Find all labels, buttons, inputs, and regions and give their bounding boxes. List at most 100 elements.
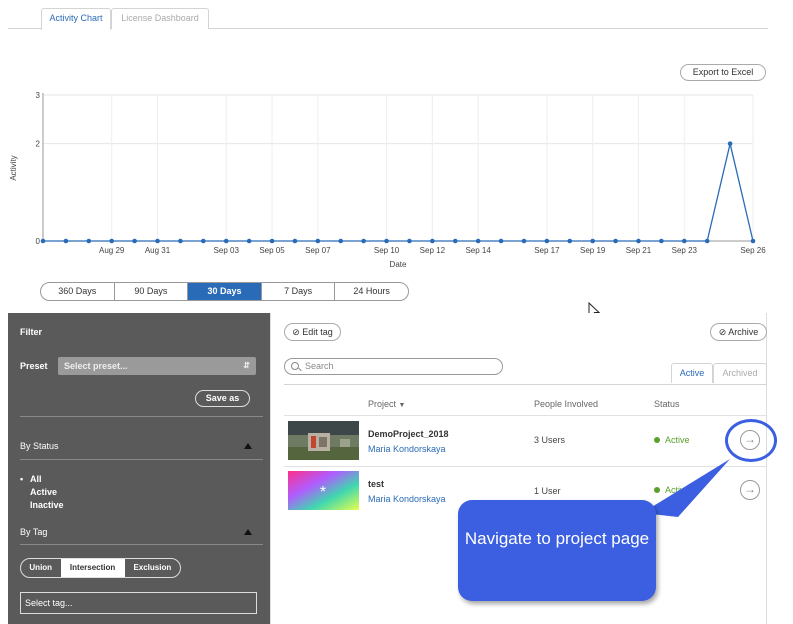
x-tick-label: Sep 10 xyxy=(374,246,400,255)
data-point xyxy=(727,141,733,146)
divider xyxy=(284,415,767,416)
save-as-button[interactable]: Save as xyxy=(195,390,250,407)
data-point xyxy=(498,238,504,244)
data-point xyxy=(659,238,664,244)
range-30-days[interactable]: 30 Days xyxy=(188,283,262,300)
y-tick-label: 2 xyxy=(36,140,41,149)
status-badge: Active xyxy=(654,435,690,445)
edit-tag-button[interactable]: ⊘ Edit tag xyxy=(284,323,341,341)
status-dot-icon xyxy=(654,437,660,443)
range-7-days[interactable]: 7 Days xyxy=(262,283,336,300)
y-tick-label: 0 xyxy=(36,237,41,246)
tab-license-dashboard[interactable]: License Dashboard xyxy=(111,8,209,29)
edit-tag-label: Edit tag xyxy=(302,327,333,337)
activity-chart: 0 2 3 Aug 29 Aug 31 Sep 03 Sep 05 Sep 07 Sep 10 S… xyxy=(9,91,767,269)
divider xyxy=(20,544,263,545)
data-point xyxy=(521,238,527,244)
preset-select[interactable]: Select preset... ⇵ xyxy=(58,357,256,375)
data-point xyxy=(201,238,206,244)
search-input[interactable]: Search xyxy=(284,358,503,375)
data-point xyxy=(407,238,412,244)
tab-activity-chart[interactable]: Activity Chart xyxy=(41,8,111,30)
data-point xyxy=(384,238,389,244)
preset-select-value: Select preset... xyxy=(64,361,128,371)
x-tick-label: Sep 17 xyxy=(534,246,560,255)
data-point xyxy=(750,238,756,244)
y-tick-label: 3 xyxy=(36,91,41,100)
data-point xyxy=(178,238,183,244)
project-owner[interactable]: Maria Kondorskaya xyxy=(368,444,446,454)
data-point xyxy=(567,238,573,244)
collapse-status-icon[interactable] xyxy=(244,443,252,449)
tab-active[interactable]: Active xyxy=(671,363,713,383)
archive-button[interactable]: ⊘ Archive xyxy=(710,323,767,341)
project-thumbnail[interactable]: * xyxy=(288,471,359,510)
range-24-hours[interactable]: 24 Hours xyxy=(335,283,408,300)
data-point xyxy=(338,238,344,244)
x-tick-label: Sep 03 xyxy=(214,246,240,255)
column-project[interactable]: Project ▼ xyxy=(368,399,405,409)
callout-box: Navigate to project page xyxy=(458,500,656,601)
data-point xyxy=(544,238,550,244)
data-point xyxy=(315,238,321,244)
project-name[interactable]: DemoProject_2018 xyxy=(368,429,449,439)
status-option-all[interactable]: • All xyxy=(20,473,64,486)
x-tick-label: Sep 14 xyxy=(465,246,491,255)
tab-archived[interactable]: Archived xyxy=(713,363,767,383)
column-people: People Involved xyxy=(534,399,599,409)
preset-label: Preset xyxy=(20,361,48,371)
select-tag-input[interactable]: Select tag... xyxy=(20,592,257,614)
search-icon xyxy=(291,362,299,370)
tag-mode-exclusion[interactable]: Exclusion xyxy=(125,559,180,577)
status-option-inactive[interactable]: Inactive xyxy=(30,499,64,512)
x-tick-label: Sep 23 xyxy=(672,246,698,255)
people-involved: 3 Users xyxy=(534,435,566,445)
data-point xyxy=(292,238,298,244)
data-point xyxy=(681,238,687,244)
series-points xyxy=(40,141,756,244)
data-point xyxy=(132,238,137,244)
x-tick-label: Aug 31 xyxy=(145,246,171,255)
divider xyxy=(284,384,767,385)
x-tick-label: Sep 21 xyxy=(626,246,652,255)
svg-text:*: * xyxy=(320,484,326,501)
project-name[interactable]: test xyxy=(368,479,384,489)
range-90-days[interactable]: 90 Days xyxy=(115,283,189,300)
tag-mode-selector: Union Intersection Exclusion xyxy=(20,558,181,578)
data-point xyxy=(109,238,115,244)
x-tick-label: Sep 12 xyxy=(420,246,446,255)
navigate-to-project-button[interactable]: → xyxy=(740,480,760,500)
x-tick-label: Sep 19 xyxy=(580,246,606,255)
tag-mode-union[interactable]: Union xyxy=(21,559,61,577)
x-axis-label: Date xyxy=(390,260,407,269)
project-owner[interactable]: Maria Kondorskaya xyxy=(368,494,446,504)
archive-icon: ⊘ xyxy=(718,327,727,337)
export-to-excel-button[interactable]: Export to Excel xyxy=(680,64,766,81)
collapse-tag-icon[interactable] xyxy=(244,529,252,535)
status-option-active[interactable]: Active xyxy=(30,486,64,499)
filter-title: Filter xyxy=(20,327,43,337)
divider xyxy=(20,416,263,417)
range-360-days[interactable]: 360 Days xyxy=(41,283,115,300)
data-point xyxy=(636,238,641,244)
sort-down-icon: ▼ xyxy=(398,402,406,409)
data-point xyxy=(86,238,92,244)
data-point xyxy=(475,238,481,244)
select-arrows-icon: ⇵ xyxy=(243,361,250,370)
series-line xyxy=(43,143,754,242)
people-involved: 1 User xyxy=(534,486,561,496)
data-point xyxy=(63,238,69,244)
data-point xyxy=(40,238,46,244)
divider xyxy=(20,459,263,460)
project-thumbnail[interactable] xyxy=(288,421,359,460)
data-point xyxy=(361,238,366,244)
data-point xyxy=(269,238,275,244)
tag-mode-intersection[interactable]: Intersection xyxy=(60,559,125,577)
data-point xyxy=(613,238,618,244)
bullet-icon: • xyxy=(20,474,24,484)
x-tick-label: Sep 07 xyxy=(305,246,331,255)
arrow-right-icon: → xyxy=(744,482,756,496)
archive-label: Archive xyxy=(728,327,759,337)
data-point xyxy=(590,238,595,244)
chart-ticks: 0 2 3 Aug 29 Aug 31 Sep 03 Sep 05 Sep 07 Sep 10 S… xyxy=(36,91,767,255)
